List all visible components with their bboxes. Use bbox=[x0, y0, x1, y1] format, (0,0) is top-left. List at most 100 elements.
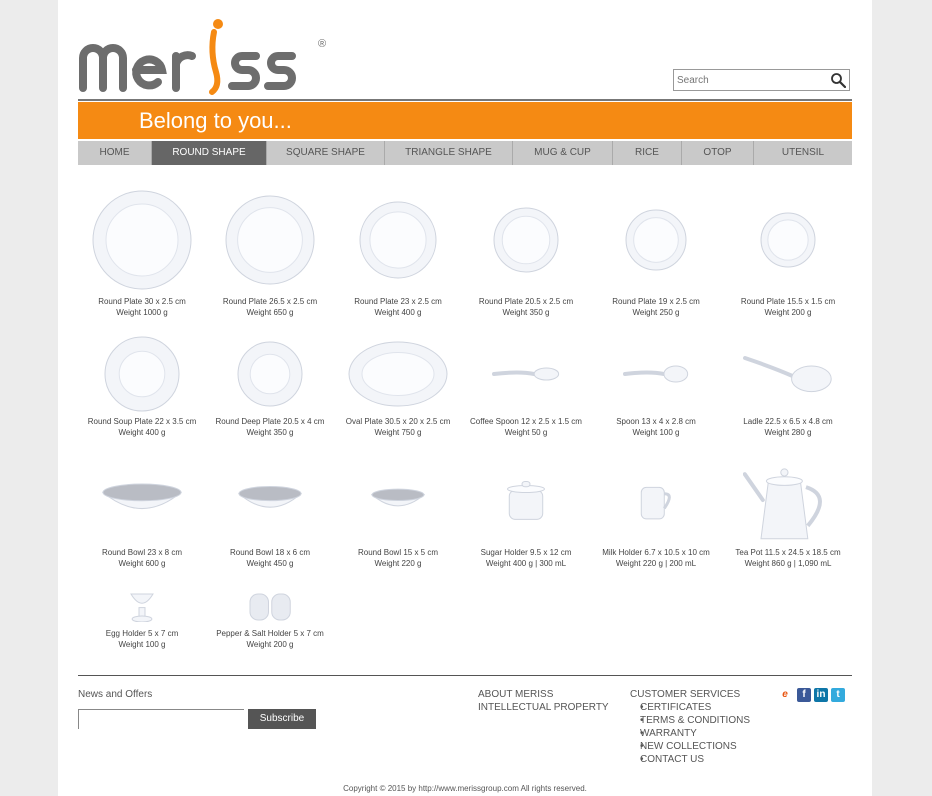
product-name[interactable]: Ladle 22.5 x 6.5 x 4.8 cm bbox=[714, 416, 862, 427]
alibaba-icon[interactable]: e bbox=[776, 688, 794, 702]
product-caption: Round Plate 19 x 2.5 cm Weight 250 g bbox=[582, 296, 730, 318]
product-caption: Round Plate 20.5 x 2.5 cm Weight 350 g bbox=[452, 296, 600, 318]
product-weight: Weight 250 g bbox=[632, 308, 680, 317]
product-name[interactable]: Spoon 13 x 4 x 2.8 cm bbox=[582, 416, 730, 427]
product-caption: Pepper & Salt Holder 5 x 7 cm Weight 200 … bbox=[196, 628, 344, 650]
product-name[interactable]: Round Plate 15.5 x 1.5 cm bbox=[714, 296, 862, 307]
product-caption: Tea Pot 11.5 x 24.5 x 18.5 cm Weight 860 … bbox=[714, 547, 862, 569]
product-image[interactable] bbox=[724, 457, 852, 543]
bowl-icon bbox=[102, 483, 182, 510]
ladle-icon bbox=[743, 356, 832, 393]
nav-item-round-shape[interactable]: ROUND SHAPE bbox=[152, 141, 267, 165]
product-image[interactable] bbox=[206, 341, 334, 407]
footer-link-ip[interactable]: INTELLECTUAL PROPERTY bbox=[478, 701, 609, 714]
product-weight: Weight 1000 g bbox=[116, 308, 168, 317]
nav-item-rice[interactable]: RICE bbox=[613, 141, 682, 165]
news-label: News and Offers bbox=[78, 689, 153, 700]
subscribe-button[interactable]: Subscribe bbox=[248, 709, 316, 729]
product-name[interactable]: Egg Holder 5 x 7 cm bbox=[68, 628, 216, 639]
product-image[interactable] bbox=[724, 354, 852, 394]
product-caption: Round Bowl 23 x 8 cm Weight 600 g bbox=[68, 547, 216, 569]
product-name[interactable]: Pepper & Salt Holder 5 x 7 cm bbox=[196, 628, 344, 639]
product-name[interactable]: Round Plate 19 x 2.5 cm bbox=[582, 296, 730, 307]
nav-item-square-shape[interactable]: SQUARE SHAPE bbox=[267, 141, 385, 165]
facebook-icon[interactable]: f bbox=[797, 688, 811, 702]
nav-item-mug-cup[interactable]: MUG & CUP bbox=[513, 141, 613, 165]
product-name[interactable]: Coffee Spoon 12 x 2.5 x 1.5 cm bbox=[452, 416, 600, 427]
footer-links: ABOUT MERISS INTELLECTUAL PROPERTY bbox=[478, 688, 609, 714]
product-caption: Egg Holder 5 x 7 cm Weight 100 g bbox=[68, 628, 216, 650]
header-divider bbox=[78, 99, 852, 101]
product-name[interactable]: Round Plate 30 x 2.5 cm bbox=[68, 296, 216, 307]
nav-item-home[interactable]: HOME bbox=[78, 141, 152, 165]
bowl-icon bbox=[371, 488, 425, 507]
product-image[interactable] bbox=[206, 590, 334, 622]
email-field[interactable] bbox=[79, 710, 247, 730]
product-name[interactable]: Milk Holder 6.7 x 10.5 x 10 cm bbox=[582, 547, 730, 558]
product-image[interactable] bbox=[78, 190, 206, 290]
product-weight: Weight 450 g bbox=[246, 559, 294, 568]
product-name[interactable]: Round Soup Plate 22 x 3.5 cm bbox=[68, 416, 216, 427]
nav-item-utensil[interactable]: UTENSIL bbox=[754, 141, 852, 165]
product-image[interactable] bbox=[462, 478, 590, 522]
nav-item-triangle-shape[interactable]: TRIANGLE SHAPE bbox=[385, 141, 513, 165]
product-image[interactable] bbox=[334, 341, 462, 407]
search-box bbox=[673, 69, 850, 91]
product-name[interactable]: Round Plate 20.5 x 2.5 cm bbox=[452, 296, 600, 307]
product-name[interactable]: Round Bowl 15 x 5 cm bbox=[324, 547, 472, 558]
tagline: Belong to you... bbox=[139, 108, 292, 133]
product-weight: Weight 200 g bbox=[764, 308, 812, 317]
product-caption: Round Plate 23 x 2.5 cm Weight 400 g bbox=[324, 296, 472, 318]
search-icon[interactable] bbox=[830, 72, 846, 88]
product-name[interactable]: Round Plate 26.5 x 2.5 cm bbox=[196, 296, 344, 307]
customer-services: CUSTOMER SERVICES CERTIFICATES TERMS & C… bbox=[630, 688, 750, 766]
customer-services-list: CERTIFICATES TERMS & CONDITIONS WARRANTY… bbox=[630, 701, 750, 766]
email-field-wrap bbox=[78, 709, 247, 730]
product-image[interactable] bbox=[592, 364, 720, 384]
product-name[interactable]: Sugar Holder 9.5 x 12 cm bbox=[452, 547, 600, 558]
product-image[interactable] bbox=[334, 201, 462, 279]
product-image[interactable] bbox=[206, 195, 334, 285]
product-image[interactable] bbox=[206, 484, 334, 516]
cs-link-warranty[interactable]: WARRANTY bbox=[640, 727, 750, 740]
product-weight: Weight 220 g | 200 mL bbox=[615, 559, 697, 568]
cs-link-certificates[interactable]: CERTIFICATES bbox=[640, 701, 750, 714]
product-weight: Weight 200 g bbox=[246, 640, 294, 649]
product-image[interactable] bbox=[78, 481, 206, 519]
product-image[interactable] bbox=[724, 212, 852, 268]
product-image[interactable] bbox=[78, 336, 206, 412]
product-caption: Ladle 22.5 x 6.5 x 4.8 cm Weight 280 g bbox=[714, 416, 862, 438]
product-name[interactable]: Oval Plate 30.5 x 20 x 2.5 cm bbox=[324, 416, 472, 427]
product-image[interactable] bbox=[78, 590, 206, 622]
product-name[interactable]: Tea Pot 11.5 x 24.5 x 18.5 cm bbox=[714, 547, 862, 558]
cs-link-new-collections[interactable]: NEW COLLECTIONS bbox=[640, 740, 750, 753]
nav-item-otop[interactable]: OTOP bbox=[682, 141, 754, 165]
milk-holder-icon bbox=[640, 486, 671, 520]
product-weight: Weight 50 g bbox=[504, 428, 548, 437]
product-name[interactable]: Round Bowl 23 x 8 cm bbox=[68, 547, 216, 558]
plate-icon bbox=[359, 201, 437, 279]
product-image[interactable] bbox=[334, 487, 462, 513]
product-image[interactable] bbox=[462, 366, 590, 382]
product-caption: Milk Holder 6.7 x 10.5 x 10 cm Weight 220… bbox=[582, 547, 730, 569]
cs-link-contact[interactable]: CONTACT US bbox=[640, 753, 750, 766]
product-caption: Round Plate 26.5 x 2.5 cm Weight 650 g bbox=[196, 296, 344, 318]
twitter-icon[interactable]: t bbox=[831, 688, 845, 702]
social-links: e f in t bbox=[776, 688, 845, 702]
product-caption: Sugar Holder 9.5 x 12 cm Weight 400 g | 3… bbox=[452, 547, 600, 569]
product-weight: Weight 750 g bbox=[374, 428, 422, 437]
product-image[interactable] bbox=[462, 207, 590, 273]
footer-link-about[interactable]: ABOUT MERISS bbox=[478, 688, 609, 701]
product-name[interactable]: Round Bowl 18 x 6 cm bbox=[196, 547, 344, 558]
meriss-logo[interactable]: ® bbox=[78, 10, 338, 98]
search-input[interactable] bbox=[674, 70, 825, 91]
customer-services-title[interactable]: CUSTOMER SERVICES bbox=[630, 688, 750, 701]
product-image[interactable] bbox=[592, 209, 720, 271]
product-name[interactable]: Round Deep Plate 20.5 x 4 cm bbox=[196, 416, 344, 427]
product-weight: Weight 400 g | 300 mL bbox=[485, 559, 567, 568]
plate-icon bbox=[92, 190, 192, 290]
cs-link-terms[interactable]: TERMS & CONDITIONS bbox=[640, 714, 750, 727]
linkedin-icon[interactable]: in bbox=[814, 688, 828, 702]
product-name[interactable]: Round Plate 23 x 2.5 cm bbox=[324, 296, 472, 307]
product-image[interactable] bbox=[592, 479, 720, 521]
